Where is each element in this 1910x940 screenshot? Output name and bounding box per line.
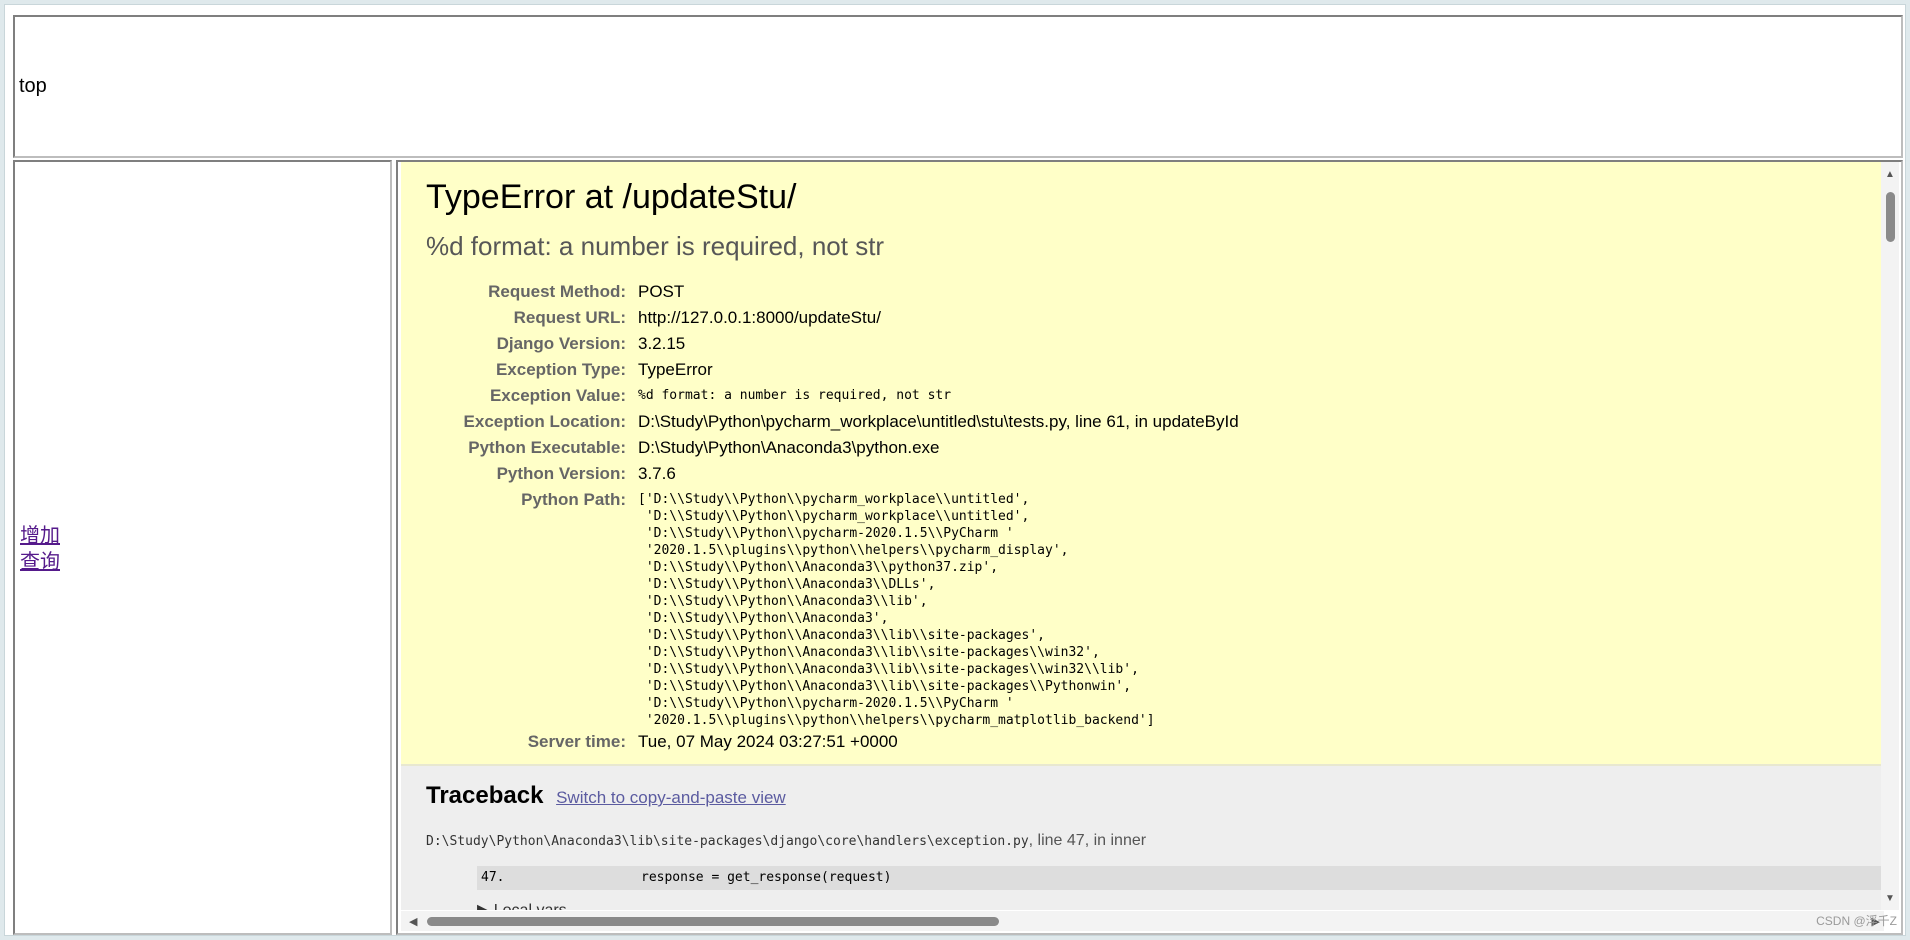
code-line-text: response = get_response(request): [641, 870, 892, 885]
meta-label: Python Path:: [521, 490, 626, 509]
meta-row: Python Executable: D:\Study\Python\Anaco…: [426, 435, 1239, 461]
meta-row: Request Method: POST: [426, 279, 1239, 305]
meta-label: Request URL:: [513, 308, 626, 327]
error-title: TypeError at /updateStu/: [426, 178, 797, 216]
error-summary: TypeError at /updateStu/ %d format: a nu…: [401, 162, 1884, 766]
meta-label: Python Executable:: [468, 438, 626, 457]
meta-label: Python Version:: [496, 464, 626, 483]
python-version-value: 3.7.6: [638, 464, 676, 483]
frame-path: D:\Study\Python\Anaconda3\lib\site-packa…: [426, 834, 1029, 849]
request-method-value: POST: [638, 282, 685, 301]
request-meta-table: Request Method: POST Request URL: http:/…: [426, 279, 1239, 755]
vertical-scroll-thumb[interactable]: [1886, 192, 1895, 242]
meta-row: Python Version: 3.7.6: [426, 461, 1239, 487]
python-path-value: ['D:\\Study\\Python\\pycharm_workplace\\…: [638, 492, 1155, 728]
meta-label: Django Version:: [496, 334, 626, 353]
server-time-value: Tue, 07 May 2024 03:27:51 +0000: [638, 732, 898, 751]
traceback-header: Traceback Switch to copy-and-paste view: [426, 782, 786, 810]
exception-location-value: D:\Study\Python\pycharm_workplace\untitl…: [638, 412, 1239, 431]
meta-row: Python Path: ['D:\\Study\\Python\\pychar…: [426, 487, 1239, 729]
frame-location: , line 47, in inner: [1028, 832, 1147, 849]
vertical-scrollbar[interactable]: ▲ ▼: [1881, 162, 1899, 910]
csdn-watermark: CSDN @浮千Z: [1816, 914, 1897, 928]
traceback-frame-file: D:\Study\Python\Anaconda3\lib\site-packa…: [426, 832, 1146, 850]
nav-links: 增加 查询: [20, 523, 60, 575]
python-executable-value: D:\Study\Python\Anaconda3\python.exe: [638, 438, 940, 457]
switch-copy-paste-link[interactable]: Switch to copy-and-paste view: [556, 788, 786, 807]
add-link[interactable]: 增加: [20, 523, 60, 549]
scroll-down-icon[interactable]: ▼: [1885, 894, 1895, 904]
error-subtitle: %d format: a number is required, not str: [426, 231, 885, 261]
python-path-cell: ['D:\\Study\\Python\\pycharm_workplace\\…: [638, 487, 1239, 729]
browser-page: top 增加 查询 TypeError at /updateStu/ %d fo…: [4, 4, 1906, 936]
meta-row: Exception Type: TypeError: [426, 357, 1239, 383]
horizontal-scrollbar[interactable]: ◀ ▶: [401, 911, 1884, 931]
code-line-number: 47.: [481, 870, 505, 885]
meta-row: Server time: Tue, 07 May 2024 03:27:51 +…: [426, 729, 1239, 755]
context-line[interactable]: 47.response = get_response(request) …: [477, 866, 1884, 890]
meta-row: Request URL: http://127.0.0.1:8000/updat…: [426, 305, 1239, 331]
meta-row: Django Version: 3.2.15: [426, 331, 1239, 357]
main-viewport: TypeError at /updateStu/ %d format: a nu…: [401, 162, 1884, 910]
top-frame-label: top: [19, 75, 47, 97]
meta-label: Server time:: [527, 732, 626, 751]
scroll-up-icon[interactable]: ▲: [1885, 170, 1895, 180]
django-version-value: 3.2.15: [638, 334, 686, 353]
top-frame: top: [13, 15, 1903, 158]
scroll-left-icon[interactable]: ◀: [409, 915, 417, 928]
query-link[interactable]: 查询: [20, 549, 60, 575]
main-frame: TypeError at /updateStu/ %d format: a nu…: [396, 160, 1903, 935]
meta-label: Exception Value:: [489, 386, 626, 405]
request-url-value: http://127.0.0.1:8000/updateStu/: [638, 308, 881, 327]
meta-row: Exception Value: %d format: a number is …: [426, 383, 1239, 409]
left-nav-frame: 增加 查询: [13, 160, 392, 935]
horizontal-scroll-thumb[interactable]: [427, 917, 999, 926]
exception-value-value: %d format: a number is required, not str: [638, 388, 952, 403]
exception-type-value: TypeError: [638, 360, 713, 379]
meta-label: Exception Type:: [495, 360, 626, 379]
meta-row: Exception Location: D:\Study\Python\pych…: [426, 409, 1239, 435]
traceback-title: Traceback: [426, 782, 544, 809]
local-vars-toggle[interactable]: ▶ Local vars: [477, 900, 567, 910]
traceback-section: Traceback Switch to copy-and-paste view …: [401, 766, 1884, 910]
meta-label: Exception Location:: [463, 412, 626, 431]
meta-label: Request Method:: [488, 282, 626, 301]
